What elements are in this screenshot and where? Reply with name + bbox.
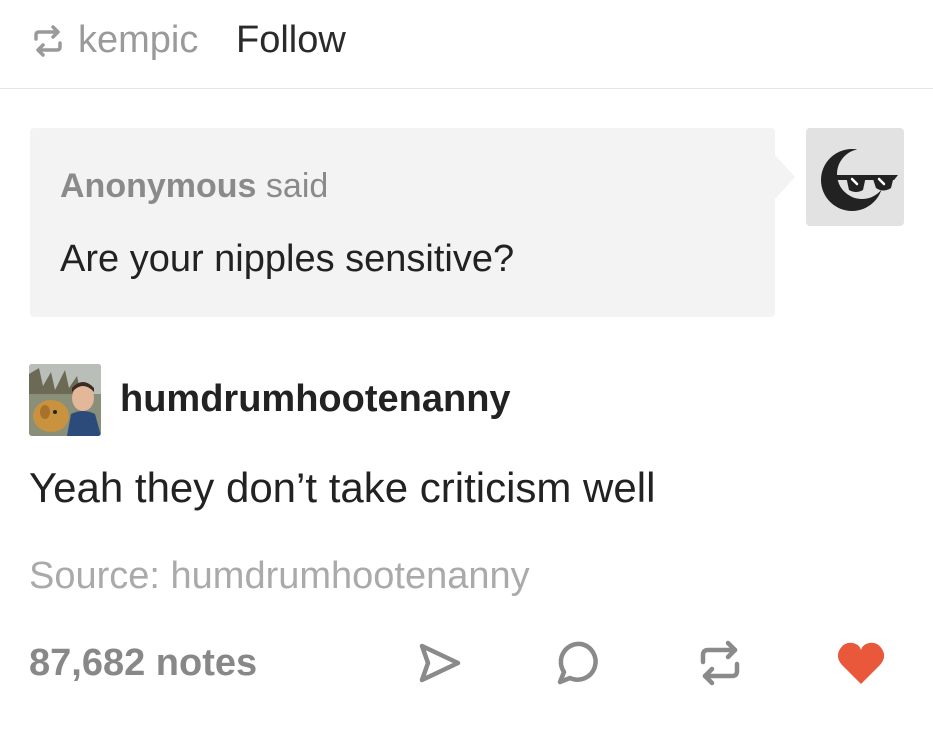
answerer-photo	[29, 364, 101, 436]
tumblr-post: kempic Follow Anonymous said Are your ni…	[0, 0, 933, 733]
answerer-avatar[interactable]	[29, 364, 101, 436]
like-icon[interactable]	[834, 636, 888, 690]
follow-button[interactable]: Follow	[236, 15, 346, 65]
source-link[interactable]: Source: humdrumhootenanny	[29, 553, 530, 599]
post-header: kempic Follow	[0, 0, 933, 89]
anonymous-sunglasses-icon	[821, 149, 898, 211]
share-icon[interactable]	[412, 636, 466, 690]
reblog-mini-icon	[34, 25, 62, 57]
ask-box: Anonymous said Are your nipples sensitiv…	[30, 128, 775, 317]
answer-text: Yeah they don’t take criticism well	[29, 464, 656, 511]
asker-name: Anonymous	[60, 167, 257, 205]
notes-count[interactable]: 87,682 notes	[29, 640, 257, 686]
comment-icon[interactable]	[553, 636, 607, 690]
ask-question: Are your nipples sensitive?	[60, 238, 515, 280]
reblog-icon[interactable]	[693, 636, 747, 690]
asker-said: said	[265, 167, 329, 205]
answerer-username[interactable]: humdrumhootenanny	[120, 376, 511, 422]
ask-bubble-tail	[775, 155, 795, 199]
anonymous-avatar	[806, 128, 904, 226]
asker-line: Anonymous said	[60, 166, 328, 206]
reblogger-username[interactable]: kempic	[78, 15, 198, 65]
